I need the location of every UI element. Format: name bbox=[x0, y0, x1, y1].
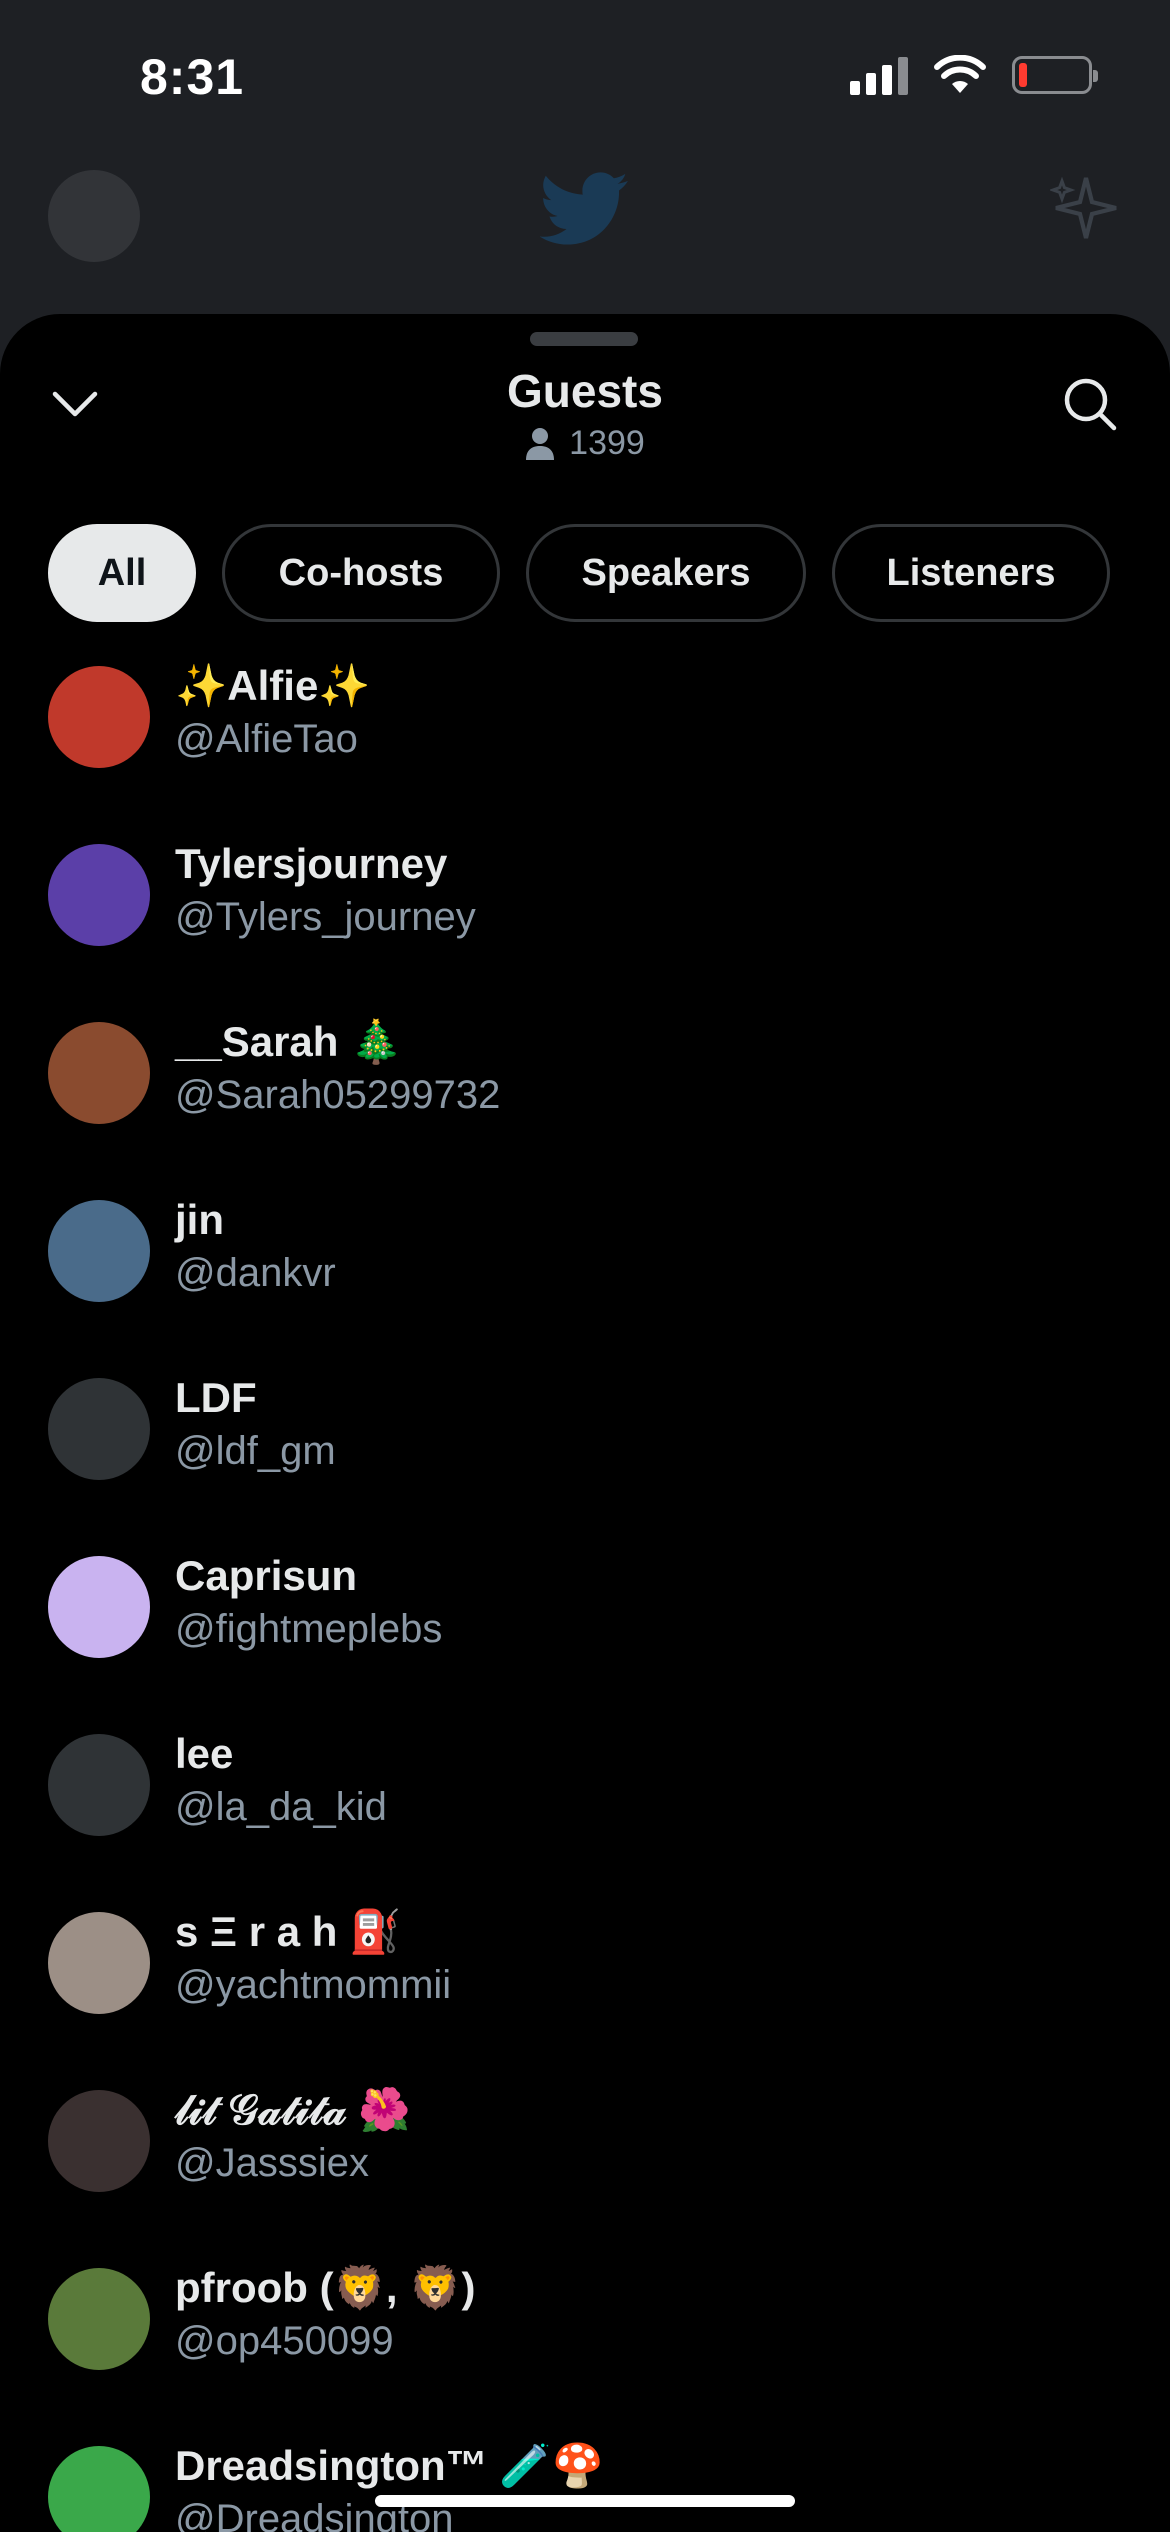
list-item[interactable]: LDF @ldf_gm bbox=[0, 1366, 1170, 1544]
guest-handle: @fightmeplebs bbox=[175, 1607, 443, 1651]
list-item[interactable]: 𝓁𝒾𝓉 𝒢𝒶𝓉𝒾𝓉𝒶 🌺 @Jasssiex bbox=[0, 2078, 1170, 2256]
guest-name: jin bbox=[175, 1196, 224, 1243]
avatar[interactable] bbox=[48, 2268, 150, 2370]
avatar[interactable] bbox=[48, 1022, 150, 1124]
guest-handle: @dankvr bbox=[175, 1251, 336, 1295]
status-time: 8:31 bbox=[140, 49, 245, 105]
avatar[interactable] bbox=[48, 1734, 150, 1836]
twitter-logo-icon bbox=[540, 172, 628, 245]
list-item[interactable]: lee @la_da_kid bbox=[0, 1722, 1170, 1900]
filter-tabs: All Co-hosts Speakers Listeners bbox=[48, 524, 1110, 622]
home-indicator[interactable] bbox=[375, 2495, 795, 2507]
guest-name: ✨Alfie✨ bbox=[175, 662, 371, 709]
status-bar: 8:31 bbox=[0, 0, 1170, 150]
guest-handle: @op450099 bbox=[175, 2319, 394, 2363]
guest-name: s Ξ r a h ⛽ bbox=[175, 1908, 402, 1955]
avatar[interactable] bbox=[48, 666, 150, 768]
battery-icon bbox=[1012, 56, 1098, 94]
list-item[interactable]: jin @dankvr bbox=[0, 1188, 1170, 1366]
avatar[interactable] bbox=[48, 2090, 150, 2192]
guest-handle: @AlfieTao bbox=[175, 717, 358, 761]
guest-name: Dreadsington™ 🧪🍄 bbox=[175, 2442, 604, 2489]
avatar[interactable] bbox=[48, 2446, 150, 2532]
filter-all[interactable]: All bbox=[48, 524, 196, 622]
list-item[interactable]: ✨Alfie✨ @AlfieTao bbox=[0, 654, 1170, 832]
guest-name: Tylersjourney bbox=[175, 840, 448, 887]
guest-handle: @yachtmommii bbox=[175, 1963, 452, 2007]
list-item[interactable]: pfroob (🦁, 🦁) @op450099 bbox=[0, 2256, 1170, 2434]
person-icon bbox=[526, 427, 555, 460]
list-item[interactable]: Tylersjourney @Tylers_journey bbox=[0, 832, 1170, 1010]
guest-name: pfroob (🦁, 🦁) bbox=[175, 2264, 476, 2311]
background-header bbox=[0, 150, 1170, 310]
list-item[interactable]: s Ξ r a h ⛽ @yachtmommii bbox=[0, 1900, 1170, 2078]
list-item[interactable]: Dreadsington™ 🧪🍄 @Dreadsington bbox=[0, 2434, 1170, 2532]
list-item[interactable]: Caprisun @fightmeplebs bbox=[0, 1544, 1170, 1722]
guest-handle: @Sarah05299732 bbox=[175, 1073, 501, 1117]
cellular-signal-icon bbox=[850, 55, 908, 95]
guest-name: LDF bbox=[175, 1374, 257, 1421]
sheet-title: Guests bbox=[507, 365, 663, 417]
guest-count: 1399 bbox=[0, 424, 1170, 463]
guest-name: __Sarah 🎄 bbox=[175, 1018, 403, 1065]
guest-count-value: 1399 bbox=[569, 424, 645, 462]
guest-name: 𝓁𝒾𝓉 𝒢𝒶𝓉𝒾𝓉𝒶 🌺 bbox=[175, 2086, 411, 2133]
guest-handle: @Jasssiex bbox=[175, 2141, 369, 2185]
sparkle-icon bbox=[1050, 176, 1117, 239]
search-icon bbox=[1064, 378, 1117, 431]
guest-handle: @Tylers_journey bbox=[175, 895, 476, 939]
search-button[interactable] bbox=[1050, 364, 1130, 444]
wifi-icon bbox=[934, 55, 986, 93]
guest-handle: @ldf_gm bbox=[175, 1429, 336, 1473]
guest-name: lee bbox=[175, 1730, 234, 1777]
guest-list: ✨Alfie✨ @AlfieTao Tylersjourney @Tylers_… bbox=[0, 654, 1170, 2532]
avatar[interactable] bbox=[48, 1378, 150, 1480]
avatar[interactable] bbox=[48, 1556, 150, 1658]
status-icons bbox=[850, 55, 1098, 95]
filter-listeners[interactable]: Listeners bbox=[832, 524, 1110, 622]
profile-avatar bbox=[48, 170, 140, 262]
sheet-grabber[interactable] bbox=[530, 332, 638, 346]
guests-sheet: Guests 1399 All Co-hosts Speakers Listen… bbox=[0, 314, 1170, 2532]
avatar[interactable] bbox=[48, 1200, 150, 1302]
list-item[interactable]: __Sarah 🎄 @Sarah05299732 bbox=[0, 1010, 1170, 1188]
filter-speakers[interactable]: Speakers bbox=[526, 524, 806, 622]
filter-co-hosts[interactable]: Co-hosts bbox=[222, 524, 500, 622]
guest-handle: @la_da_kid bbox=[175, 1785, 387, 1829]
avatar[interactable] bbox=[48, 1912, 150, 2014]
avatar[interactable] bbox=[48, 844, 150, 946]
guest-name: Caprisun bbox=[175, 1552, 358, 1599]
